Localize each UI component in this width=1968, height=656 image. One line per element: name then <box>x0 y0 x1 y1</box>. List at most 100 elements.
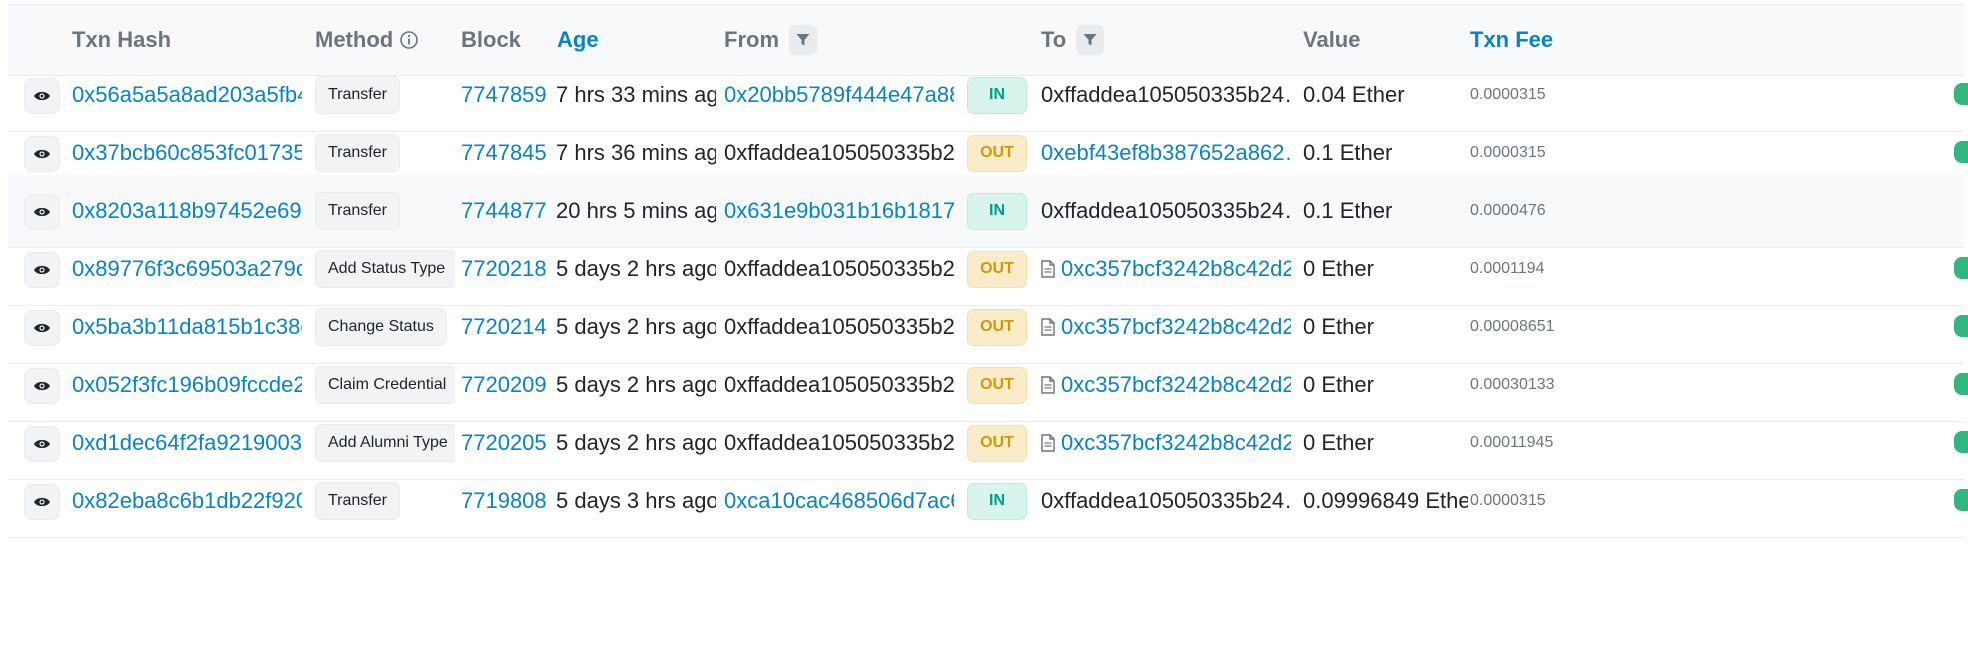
view-details-button[interactable] <box>24 78 60 114</box>
block-link[interactable]: 7720218 <box>461 256 547 282</box>
gas-icon <box>1954 83 1968 105</box>
view-details-button[interactable] <box>24 484 60 520</box>
txn-hash-link[interactable]: 0x8203a118b97452e693… <box>72 198 302 224</box>
direction-badge: OUT <box>967 366 1027 404</box>
from-address[interactable]: 0x20bb5789f444e47a88… <box>724 82 954 108</box>
gas-icon <box>1954 431 1968 453</box>
txn-hash-link[interactable]: 0x052f3fc196b09fccde22… <box>72 372 302 398</box>
view-details-button[interactable] <box>24 194 60 230</box>
from-address: 0xffaddea105050335b24… <box>724 430 954 455</box>
from-filter-button[interactable] <box>789 25 817 55</box>
method-badge: Transfer <box>315 76 400 114</box>
block-link[interactable]: 7720209 <box>461 372 547 398</box>
method-badge: Transfer <box>315 192 400 230</box>
to-address: 0xffaddea105050335b24… <box>1041 488 1291 513</box>
block-link[interactable]: 7720214 <box>461 314 547 340</box>
txn-fee-text: 0.0000315 <box>1470 86 1546 103</box>
method-badge: Change Status <box>315 308 447 346</box>
txn-hash-link[interactable]: 0x37bcb60c853fc01735a… <box>72 140 302 166</box>
col-header-method-label: Method <box>315 27 394 52</box>
to-address: 0xffaddea105050335b24… <box>1041 82 1291 107</box>
view-details-button[interactable] <box>24 252 60 288</box>
direction-badge: OUT <box>967 424 1027 462</box>
eye-icon <box>33 495 51 509</box>
gas-icon <box>1954 257 1968 279</box>
age-text: 5 days 2 hrs ago <box>556 430 716 455</box>
view-details-button[interactable] <box>24 136 60 172</box>
age-text: 5 days 2 hrs ago <box>556 372 716 397</box>
view-details-button[interactable] <box>24 426 60 462</box>
age-text: 5 days 3 hrs ago <box>556 488 716 513</box>
age-text: 5 days 2 hrs ago <box>556 256 716 281</box>
to-address[interactable]: 0xc357bcf3242b8c42d2a… <box>1061 430 1291 456</box>
from-address[interactable]: 0xca10cac468506d7ac6… <box>724 488 954 514</box>
value-text: 0.1 Ether <box>1303 140 1393 165</box>
col-header-from-label: From <box>724 27 779 52</box>
txn-fee-text: 0.00011945 <box>1470 434 1554 451</box>
view-details-button[interactable] <box>24 310 60 346</box>
col-header-txn-fee-label[interactable]: Txn Fee <box>1470 27 1553 53</box>
value-text: 0 Ether <box>1303 372 1374 397</box>
eye-icon <box>33 437 51 451</box>
txn-hash-link[interactable]: 0x5ba3b11da815b1c38e… <box>72 314 302 340</box>
method-badge: Add Alumni Type <box>315 424 455 462</box>
col-header-value-label: Value <box>1303 27 1361 52</box>
direction-badge: IN <box>967 192 1027 230</box>
col-header-txn-hash-label: Txn Hash <box>72 27 172 52</box>
from-address: 0xffaddea105050335b24… <box>724 256 954 281</box>
txn-fee-text: 0.0000315 <box>1470 144 1546 161</box>
txn-fee-text: 0.00030133 <box>1470 376 1555 393</box>
to-address[interactable]: 0xc357bcf3242b8c42d2a… <box>1061 314 1291 340</box>
eye-icon <box>33 205 51 219</box>
from-address: 0xffaddea105050335b24… <box>724 314 954 339</box>
to-address[interactable]: 0xc357bcf3242b8c42d2a… <box>1061 256 1291 282</box>
eye-icon <box>33 147 51 161</box>
from-address: 0xffaddea105050335b24… <box>724 140 954 165</box>
age-text: 20 hrs 5 mins ago <box>556 198 716 223</box>
col-header-to-label: To <box>1041 27 1067 52</box>
eye-icon <box>33 379 51 393</box>
txn-fee-text: 0.0001194 <box>1470 260 1545 277</box>
age-text: 5 days 2 hrs ago <box>556 314 716 339</box>
direction-badge: IN <box>967 482 1027 520</box>
from-address: 0xffaddea105050335b24… <box>724 372 954 397</box>
contract-icon <box>1041 318 1055 336</box>
view-details-button[interactable] <box>24 368 60 404</box>
block-link[interactable]: 7719808 <box>461 488 547 514</box>
gas-icon <box>1954 489 1968 511</box>
from-address[interactable]: 0x631e9b031b16b18172… <box>724 198 954 224</box>
txn-hash-link[interactable]: 0x82eba8c6b1db22f920… <box>72 488 302 514</box>
value-text: 0 Ether <box>1303 256 1374 281</box>
txn-hash-link[interactable]: 0xd1dec64f2fa92190033… <box>72 430 302 456</box>
eye-icon <box>33 89 51 103</box>
info-icon[interactable] <box>399 30 419 50</box>
gas-icon <box>1954 373 1968 395</box>
value-text: 0.1 Ether <box>1303 198 1393 223</box>
direction-badge: OUT <box>967 134 1027 172</box>
to-address[interactable]: 0xc357bcf3242b8c42d2a… <box>1061 372 1291 398</box>
gas-icon <box>1954 315 1968 337</box>
method-badge: Transfer <box>315 482 400 520</box>
value-text: 0 Ether <box>1303 430 1374 455</box>
contract-icon <box>1041 434 1055 452</box>
to-filter-button[interactable] <box>1076 25 1105 55</box>
txn-hash-link[interactable]: 0x56a5a5a8ad203a5fb4… <box>72 82 302 108</box>
to-address[interactable]: 0xebf43ef8b387652a862… <box>1041 140 1291 166</box>
eye-icon <box>33 263 51 277</box>
col-header-block-label: Block <box>461 27 521 52</box>
col-header-age-label[interactable]: Age <box>557 27 599 53</box>
value-text: 0 Ether <box>1303 314 1374 339</box>
method-badge: Transfer <box>315 134 400 172</box>
filter-icon <box>796 34 810 46</box>
contract-icon <box>1041 260 1055 278</box>
gas-icon <box>1954 141 1968 163</box>
txn-hash-link[interactable]: 0x89776f3c69503a279c… <box>72 256 302 282</box>
eye-icon <box>33 321 51 335</box>
block-link[interactable]: 7744877 <box>461 198 547 224</box>
block-link[interactable]: 7747845 <box>461 140 547 166</box>
block-link[interactable]: 7720205 <box>461 430 547 456</box>
direction-badge: OUT <box>967 250 1027 288</box>
direction-badge: IN <box>967 76 1027 114</box>
table-row: 0x82eba8c6b1db22f920… Transfer 7719808 5 da… <box>8 465 1968 538</box>
block-link[interactable]: 7747859 <box>461 82 547 108</box>
